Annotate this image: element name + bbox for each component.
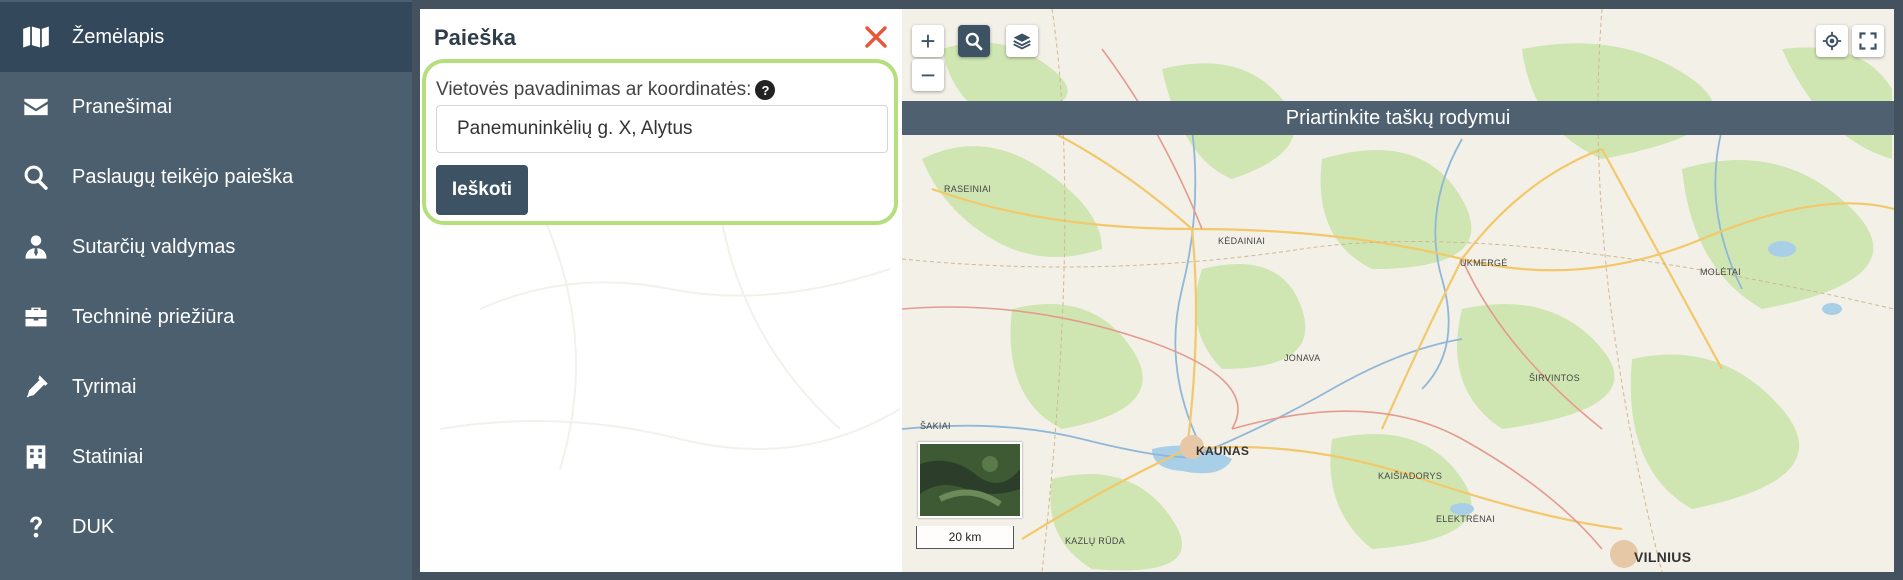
- sidebar-item-label: Sutarčių valdymas: [72, 235, 236, 258]
- sidebar-item-label: Techninė priežiūra: [72, 305, 235, 328]
- basemap-switcher-thumbnail[interactable]: [918, 442, 1022, 518]
- search-form: Vietovės pavadinimas ar koordinatės: ? I…: [422, 59, 898, 225]
- city-label-kaunas: KAUNAS: [1196, 444, 1250, 458]
- sidebar-item-label: DUK: [72, 515, 115, 538]
- locate-button[interactable]: [1816, 25, 1848, 57]
- briefcase-icon: [20, 301, 52, 333]
- building-icon: [20, 441, 52, 473]
- location-search-input[interactable]: [436, 105, 888, 153]
- sidebar-item-map[interactable]: Žemėlapis: [0, 2, 412, 72]
- search-icon: [20, 161, 52, 193]
- search-icon: [965, 32, 983, 51]
- sidebar-item-label: Pranešimai: [72, 95, 173, 118]
- fullscreen-icon: [1859, 32, 1877, 50]
- layers-button[interactable]: [1006, 25, 1038, 57]
- zoom-out-button[interactable]: −: [912, 59, 944, 91]
- city-label-kaisiadorys: KAIŠIADORYS: [1378, 471, 1443, 481]
- city-label-elektrenai: ELEKTRĖNAI: [1436, 514, 1496, 524]
- user-tie-icon: [20, 231, 52, 263]
- city-label-sirvintos: ŠIRVINTOS: [1529, 373, 1580, 383]
- close-icon[interactable]: [862, 23, 890, 51]
- sidebar-item-messages[interactable]: Pranešimai: [0, 72, 412, 142]
- question-icon: [20, 511, 52, 543]
- sidebar-item-label: Žemėlapis: [72, 25, 165, 48]
- envelope-icon: [20, 91, 52, 123]
- zoom-in-button[interactable]: +: [912, 25, 944, 57]
- city-label-raseiniai: RASEINIAI: [944, 184, 992, 194]
- map-tiles: [902, 9, 1894, 572]
- map-icon: [20, 21, 52, 53]
- city-label-sakiai: ŠAKIAI: [920, 421, 951, 431]
- sidebar-item-label: Tyrimai: [72, 375, 137, 398]
- satellite-thumbnail: [920, 444, 1020, 516]
- city-label-jonava: JONAVA: [1284, 353, 1321, 363]
- search-field-label: Vietovės pavadinimas ar koordinatės: ?: [436, 79, 776, 101]
- sidebar-item-label: Paslaugų teikėjo paieška: [72, 165, 294, 188]
- city-label-kazlu-ruda: KAZLŲ RŪDA: [1065, 536, 1126, 546]
- scale-bar: 20 km: [916, 526, 1014, 549]
- sidebar-item-contracts[interactable]: Sutarčių valdymas: [0, 212, 412, 282]
- search-panel: Paieška Vietovės pavadinimas ar koordina…: [420, 9, 902, 572]
- main-frame: Paieška Vietovės pavadinimas ar koordina…: [420, 9, 1894, 572]
- sidebar-item-label: Statiniai: [72, 445, 144, 468]
- city-label-moletai: MOLĖTAI: [1700, 267, 1741, 277]
- crosshair-icon: [1822, 31, 1842, 51]
- city-label-ukmerge: UKMERGĖ: [1460, 258, 1508, 268]
- map-view[interactable]: RASEINIAI KĖDAINIAI UKMERGĖ MOLĖTAI JONA…: [902, 9, 1894, 572]
- sidebar-item-research[interactable]: Tyrimai: [0, 352, 412, 422]
- layers-icon: [1013, 33, 1031, 50]
- search-button[interactable]: Ieškoti: [436, 165, 528, 215]
- city-label-vilnius: VILNIUS: [1634, 549, 1692, 565]
- map-search-button[interactable]: [958, 25, 990, 57]
- sidebar-item-buildings[interactable]: Statiniai: [0, 422, 412, 492]
- panel-title: Paieška: [434, 25, 516, 50]
- sidebar-item-maintenance[interactable]: Techninė priežiūra: [0, 282, 412, 352]
- zoom-hint-banner: Priartinkite taškų rodymui: [902, 101, 1894, 135]
- fullscreen-button[interactable]: [1852, 25, 1884, 57]
- help-icon[interactable]: ?: [755, 80, 776, 100]
- search-field-label-text: Vietovės pavadinimas ar koordinatės:: [436, 79, 752, 100]
- sidebar-item-provider-search[interactable]: Paslaugų teikėjo paieška: [0, 142, 412, 212]
- city-label-kedainiai: KĖDAINIAI: [1218, 236, 1266, 246]
- pipette-icon: [20, 371, 52, 403]
- sidebar: Žemėlapis Pranešimai Paslaugų teikėjo pa…: [0, 0, 412, 580]
- sidebar-item-faq[interactable]: DUK: [0, 492, 412, 562]
